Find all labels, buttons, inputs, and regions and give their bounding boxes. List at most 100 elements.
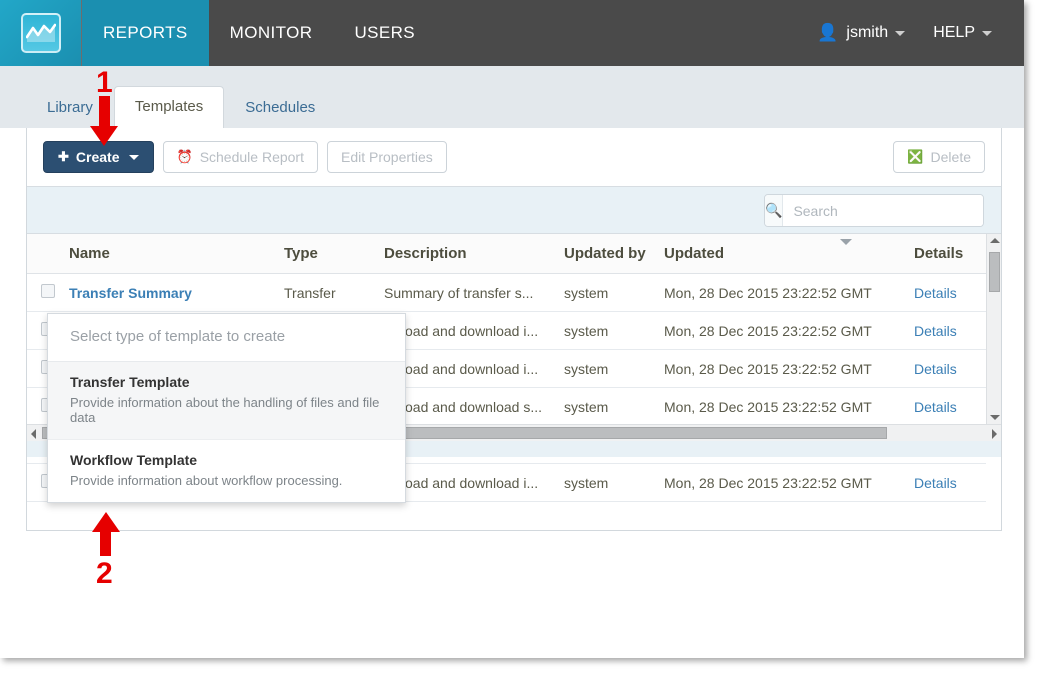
schedule-report-button-label: Schedule Report [199, 149, 304, 165]
templates-panel: ✚ Create ⏰ Schedule Report Edit Properti… [26, 128, 1002, 531]
tab-strip: Library Templates Schedules [0, 66, 1024, 128]
nav-item-users[interactable]: USERS [333, 0, 436, 66]
row-name-cell[interactable]: Transfer Summary [69, 273, 284, 312]
table-header-row: Name Type Description Updated by Updated… [27, 234, 986, 274]
row-updated-cell: Mon, 28 Dec 2015 23:22:52 GMT [664, 273, 914, 312]
row-details-link[interactable]: Details [914, 361, 957, 377]
chart-logo-icon [20, 13, 61, 53]
annotation-1-shaft [99, 96, 110, 130]
create-dropdown-item-transfer-template[interactable]: Transfer Template Provide information ab… [48, 362, 405, 440]
tab-schedules[interactable]: Schedules [224, 87, 336, 128]
app-logo[interactable] [0, 0, 82, 66]
row-details-cell[interactable]: Details [914, 463, 986, 502]
column-header-name[interactable]: Name [69, 234, 284, 274]
column-header-select [27, 234, 69, 274]
tab-templates[interactable]: Templates [113, 86, 225, 128]
edit-properties-button-label: Edit Properties [340, 149, 433, 165]
row-updated-cell: Mon, 28 Dec 2015 23:22:52 GMT [664, 463, 914, 502]
create-dropdown-item-transfer-template-title: Transfer Template [70, 374, 190, 390]
application-window: REPORTS MONITOR USERS 👤 jsmith HELP Libr… [0, 0, 1024, 658]
row-updated-by-cell: system [564, 311, 664, 350]
annotation-2-head [92, 512, 120, 532]
row-updated-by-cell: system [564, 463, 664, 502]
annotation-2-shaft [100, 530, 111, 556]
edit-properties-button[interactable]: Edit Properties [326, 141, 447, 173]
tab-templates-label: Templates [134, 98, 204, 115]
sort-descending-icon [840, 239, 852, 245]
row-type-cell: Transfer [284, 273, 384, 312]
create-button-label: Create [75, 149, 120, 165]
create-dropdown-item-workflow-template-subtitle: Provide information about workflow proce… [70, 473, 343, 488]
row-details-cell[interactable]: Details [914, 349, 986, 388]
top-navigation-right: 👤 jsmith HELP [803, 0, 1024, 66]
row-details-cell[interactable]: Details [914, 311, 986, 350]
tab-list: Library Templates Schedules [26, 86, 336, 128]
row-details-link[interactable]: Details [914, 285, 957, 301]
annotation-label-2: 2 [96, 557, 113, 590]
column-header-updated[interactable]: Updated [664, 234, 914, 274]
row-description-cell: Upload and download s... [384, 387, 564, 426]
row-description-cell: Summary of transfer s... [384, 273, 564, 312]
help-menu[interactable]: HELP [919, 24, 1006, 42]
row-description-cell: Upload and download i... [384, 349, 564, 388]
table-row[interactable]: Transfer Summary Transfer Summary of tra… [27, 273, 986, 312]
top-navigation-bar: REPORTS MONITOR USERS 👤 jsmith HELP [0, 0, 1024, 66]
row-description-cell: Upload and download i... [384, 463, 564, 502]
help-menu-label: HELP [933, 24, 975, 41]
create-dropdown-item-workflow-template[interactable]: Workflow Template Provide information ab… [48, 440, 405, 502]
create-dropdown-item-transfer-template-subtitle: Provide information about the handling o… [70, 395, 380, 425]
table-vertical-scrollbar[interactable] [986, 234, 1001, 424]
delete-button[interactable]: ❎ Delete [893, 141, 985, 173]
column-header-updated-label: Updated [664, 245, 724, 262]
chevron-down-icon [128, 154, 139, 160]
row-details-link[interactable]: Details [914, 323, 957, 339]
scroll-up-icon[interactable] [990, 238, 1000, 243]
row-checkbox[interactable] [41, 284, 55, 298]
column-header-description[interactable]: Description [384, 234, 564, 274]
search-box[interactable]: 🔍 [764, 194, 984, 227]
column-header-updated-by[interactable]: Updated by [564, 234, 664, 274]
search-input[interactable] [783, 195, 983, 226]
nav-item-reports-label: REPORTS [103, 23, 188, 42]
plus-circle-icon: ✚ [58, 149, 69, 164]
annotation-1-head [90, 126, 118, 146]
user-menu[interactable]: 👤 jsmith [803, 23, 919, 43]
nav-item-monitor[interactable]: MONITOR [209, 0, 334, 66]
vertical-scroll-thumb[interactable] [989, 252, 1000, 292]
row-updated-cell: Mon, 28 Dec 2015 23:22:52 GMT [664, 311, 914, 350]
panel-toolbar: ✚ Create ⏰ Schedule Report Edit Properti… [27, 128, 1001, 186]
chevron-down-icon [895, 30, 906, 36]
nav-item-monitor-label: MONITOR [229, 23, 313, 42]
x-circle-icon: ❎ [907, 149, 924, 164]
row-updated-by-cell: system [564, 273, 664, 312]
search-band: 🔍 [27, 186, 1001, 234]
row-updated-by-cell: system [564, 349, 664, 388]
row-checkbox-cell[interactable] [27, 273, 69, 312]
row-updated-by-cell: system [564, 387, 664, 426]
row-details-link[interactable]: Details [914, 475, 957, 491]
tab-schedules-label: Schedules [245, 99, 316, 116]
tab-library-label: Library [47, 99, 93, 116]
delete-button-label: Delete [930, 149, 971, 165]
user-icon: 👤 [817, 23, 839, 42]
user-menu-label: jsmith [846, 24, 889, 41]
create-dropdown-menu: Select type of template to create Transf… [47, 313, 406, 503]
row-description-cell: Upload and download i... [384, 311, 564, 350]
scroll-left-icon[interactable] [31, 429, 36, 439]
row-details-link[interactable]: Details [914, 399, 957, 415]
scroll-right-icon[interactable] [992, 429, 997, 439]
schedule-report-button[interactable]: ⏰ Schedule Report [162, 141, 318, 173]
search-icon[interactable]: 🔍 [765, 195, 784, 226]
column-header-type[interactable]: Type [284, 234, 384, 274]
row-updated-cell: Mon, 28 Dec 2015 23:22:52 GMT [664, 387, 914, 426]
table-header: Name Type Description Updated by Updated… [27, 234, 986, 274]
nav-item-users-label: USERS [354, 23, 416, 42]
scroll-down-icon[interactable] [990, 415, 1000, 420]
row-details-cell[interactable]: Details [914, 273, 986, 312]
row-updated-cell: Mon, 28 Dec 2015 23:22:52 GMT [664, 349, 914, 388]
row-details-cell[interactable]: Details [914, 387, 986, 426]
create-dropdown-item-workflow-template-title: Workflow Template [70, 452, 198, 468]
column-header-details: Details [914, 234, 986, 274]
nav-item-reports[interactable]: REPORTS [82, 0, 209, 66]
row-name-link[interactable]: Transfer Summary [69, 285, 192, 301]
